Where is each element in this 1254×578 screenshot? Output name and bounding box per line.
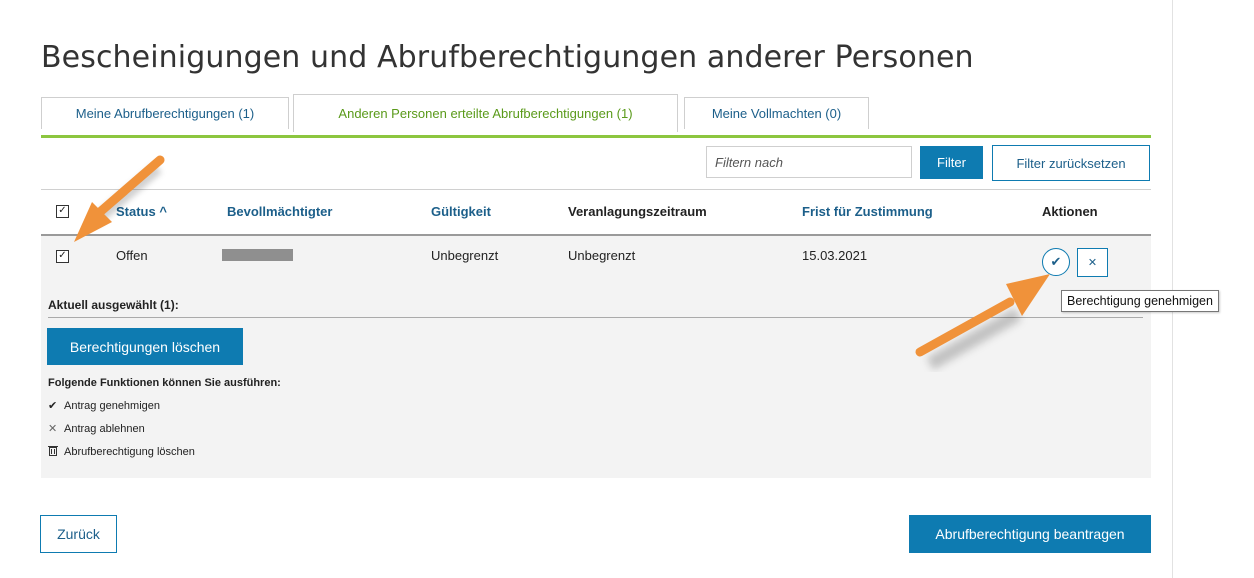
reject-button[interactable]: ✕ — [1077, 248, 1108, 277]
annotation-arrow-checkbox — [74, 155, 165, 242]
column-header-veranlagungszeitraum: Veranlagungszeitraum — [568, 204, 707, 219]
trash-icon — [48, 445, 64, 459]
delete-permissions-button[interactable]: Berechtigungen löschen — [47, 328, 243, 365]
table-top-divider — [41, 189, 1151, 190]
request-permission-button[interactable]: Abrufberechtigung beantragen — [909, 515, 1151, 553]
tab-meine-abrufberechtigungen[interactable]: Meine Abrufberechtigungen (1) — [41, 97, 289, 129]
cell-bevollmaechtigter-redacted — [222, 249, 293, 261]
function-label: Antrag ablehnen — [64, 422, 145, 435]
close-icon: ✕ — [1087, 257, 1098, 269]
column-header-aktionen: Aktionen — [1042, 204, 1098, 219]
check-icon: ✔ — [48, 400, 58, 412]
tab-anderen-personen-erteilte[interactable]: Anderen Personen erteilte Abrufberechtig… — [293, 94, 678, 132]
tab-underline — [41, 135, 1151, 138]
cell-frist: 15.03.2021 — [802, 248, 868, 263]
function-item-approve: ✔ Antrag genehmigen — [48, 399, 161, 413]
filter-input[interactable] — [706, 146, 912, 178]
column-header-bevollmaechtigter[interactable]: Bevollmächtigter — [227, 204, 332, 219]
annotation-arrow-approve — [915, 274, 1050, 371]
column-header-frist[interactable]: Frist für Zustimmung — [802, 204, 933, 219]
cell-gueltigkeit: Unbegrenzt — [431, 248, 499, 263]
function-label: Abrufberechtigung löschen — [64, 446, 195, 458]
tab-meine-vollmachten[interactable]: Meine Vollmachten (0) — [684, 97, 869, 129]
functions-heading: Folgende Funktionen können Sie ausführen… — [48, 377, 281, 389]
cell-veranlagungszeitraum: Unbegrenzt — [568, 248, 636, 263]
reset-filter-button[interactable]: Filter zurücksetzen — [992, 145, 1150, 181]
selected-count-label: Aktuell ausgewählt (1): — [48, 298, 179, 312]
filter-button[interactable]: Filter — [920, 146, 983, 179]
column-header-gueltigkeit[interactable]: Gültigkeit — [431, 204, 491, 219]
function-item-reject: ✕ Antrag ablehnen — [48, 422, 145, 436]
back-button[interactable]: Zurück — [40, 515, 117, 553]
function-item-delete: Abrufberechtigung löschen — [48, 445, 195, 459]
close-icon: ✕ — [48, 423, 58, 435]
page-title: Bescheinigungen und Abrufberechtigungen … — [41, 40, 974, 75]
approve-tooltip: Berechtigung genehmigen — [1061, 290, 1219, 312]
function-label: Antrag genehmigen — [64, 399, 161, 412]
page-right-border — [1172, 0, 1173, 578]
